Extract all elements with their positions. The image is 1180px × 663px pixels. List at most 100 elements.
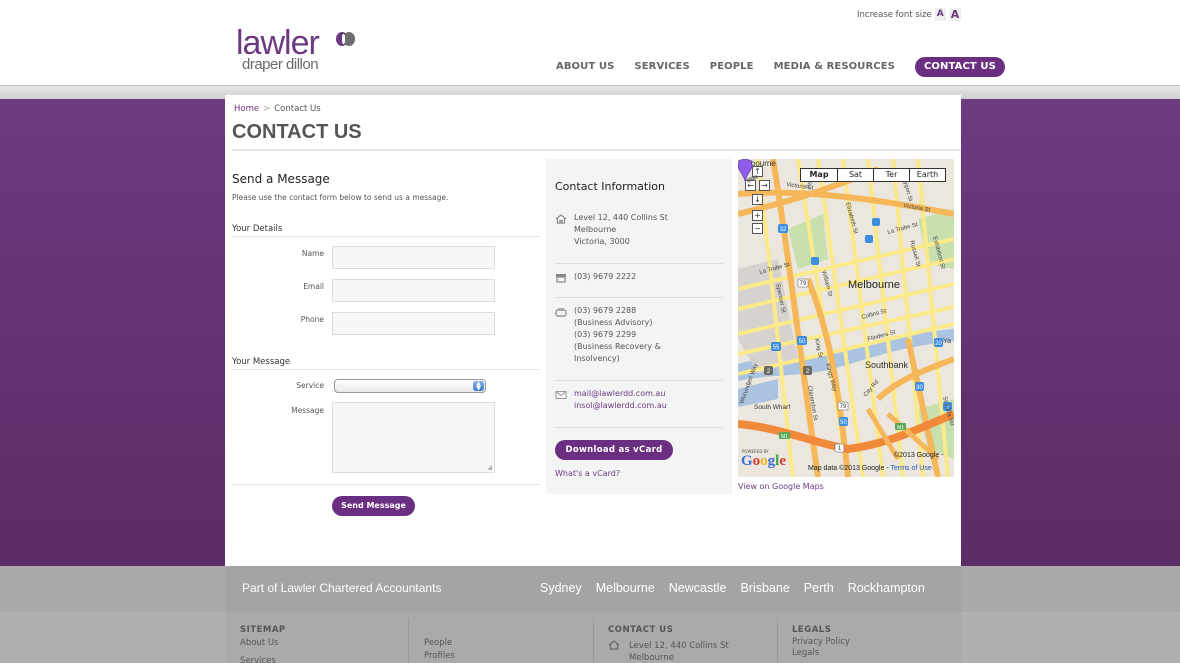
envelope-icon bbox=[555, 390, 567, 400]
city-link-brisbane[interactable]: Brisbane bbox=[740, 581, 789, 595]
svg-text:M1: M1 bbox=[897, 425, 904, 431]
footer-link-profiles[interactable]: Profiles bbox=[424, 650, 455, 663]
info-divider bbox=[555, 297, 723, 298]
footer-link-about-us[interactable]: About Us bbox=[240, 637, 286, 650]
resize-handle-icon[interactable]: ◢ bbox=[487, 464, 492, 471]
send-message-button[interactable]: Send Message bbox=[332, 496, 415, 516]
map-data-text: Map data ©2013 Google - bbox=[808, 465, 889, 472]
email-input[interactable] bbox=[332, 279, 495, 302]
nav-contact-us[interactable]: CONTACT US bbox=[914, 57, 1005, 77]
footer-link-people[interactable]: People bbox=[424, 637, 455, 650]
city-link-sydney[interactable]: Sydney bbox=[540, 581, 582, 595]
your-details-heading: Your Details bbox=[232, 224, 283, 234]
map-streets: 32 30 55 50 2 2 50 M1 M1 3 20 1 79 79 Vi bbox=[738, 159, 954, 477]
breadcrumb-separator: > bbox=[263, 104, 271, 114]
zoom-out-icon[interactable]: − bbox=[752, 223, 763, 234]
details-divider bbox=[232, 236, 540, 237]
city-link-newcastle[interactable]: Newcastle bbox=[669, 581, 727, 595]
legals-heading: LEGALS bbox=[792, 625, 832, 635]
google-logo[interactable]: Google bbox=[741, 453, 786, 470]
svg-text:32: 32 bbox=[780, 227, 787, 233]
message-label: Message bbox=[291, 406, 324, 415]
footer-tagline[interactable]: Part of Lawler Chartered Accountants bbox=[242, 581, 441, 595]
nav-people[interactable]: PEOPLE bbox=[710, 57, 754, 77]
font-size-label: Increase font size bbox=[857, 9, 932, 20]
pan-down-icon[interactable]: ↓ bbox=[752, 194, 763, 205]
footer-sitemap: SITEMAP About Us Services bbox=[240, 624, 286, 663]
footer-cities: Sydney Melbourne Newcastle Brisbane Pert… bbox=[540, 581, 925, 595]
message-textarea[interactable]: ◢ bbox=[332, 402, 495, 473]
footer-divider bbox=[408, 618, 409, 663]
address-line-1: Level 12, 440 Collins St bbox=[574, 213, 668, 222]
font-size-control: Increase font size A A bbox=[857, 8, 962, 21]
nav-about-us[interactable]: ABOUT US bbox=[556, 57, 614, 77]
form-title: Send a Message bbox=[232, 172, 330, 186]
phone-icon bbox=[555, 273, 567, 283]
your-message-heading: Your Message bbox=[232, 357, 291, 367]
map-copyright: ©2013 Google - bbox=[894, 452, 944, 459]
footer-contact: CONTACT US Level 12, 440 Collins St Melb… bbox=[608, 624, 729, 663]
map-type-earth[interactable]: Earth bbox=[909, 169, 945, 181]
city-link-rockhampton[interactable]: Rockhampton bbox=[848, 581, 925, 595]
contact-info-panel: Contact Information Level 12, 440 Collin… bbox=[546, 159, 732, 494]
address-line-2: Melbourne bbox=[574, 225, 617, 234]
footer-sitemap-col2: People Profiles bbox=[424, 637, 455, 662]
breadcrumb-home[interactable]: Home bbox=[234, 104, 259, 114]
nav-media-resources[interactable]: MEDIA & RESOURCES bbox=[774, 57, 895, 77]
map-type-map[interactable]: Map bbox=[801, 169, 837, 181]
email-link-insol[interactable]: insol@lawlerdd.com.au bbox=[574, 400, 667, 412]
page-title: CONTACT US bbox=[232, 121, 362, 143]
font-size-small-button[interactable]: A bbox=[934, 8, 946, 21]
map-type-selector: Map Sat Ter Earth bbox=[800, 168, 946, 182]
message-divider bbox=[232, 369, 540, 370]
view-on-google-maps-link[interactable]: View on Google Maps bbox=[738, 482, 824, 491]
main-nav: ABOUT US SERVICES PEOPLE MEDIA & RESOURC… bbox=[556, 57, 1005, 77]
city-link-melbourne[interactable]: Melbourne bbox=[596, 581, 655, 595]
vcard-help-link[interactable]: What's a vCard? bbox=[555, 469, 620, 478]
zoom-in-icon[interactable]: + bbox=[752, 210, 763, 221]
footer-link-privacy-policy[interactable]: Privacy Policy bbox=[792, 637, 850, 648]
name-label: Name bbox=[301, 249, 324, 258]
map-label-ya: Ya bbox=[943, 338, 951, 345]
map-marker-icon[interactable] bbox=[738, 159, 758, 183]
map-type-ter[interactable]: Ter bbox=[873, 169, 909, 181]
phone-input[interactable] bbox=[332, 312, 495, 335]
title-divider bbox=[232, 149, 961, 151]
select-arrows-icon: ▲ ▼ bbox=[473, 381, 484, 392]
phone-label: Phone bbox=[300, 315, 324, 324]
fax-icon bbox=[555, 307, 567, 317]
font-size-large-button[interactable]: A bbox=[948, 8, 962, 21]
download-vcard-button[interactable]: Download as vCard bbox=[555, 440, 673, 460]
city-link-perth[interactable]: Perth bbox=[804, 581, 834, 595]
logo-mark-icon bbox=[336, 32, 355, 46]
nav-services[interactable]: SERVICES bbox=[634, 57, 689, 77]
logo[interactable]: lawler draper dillon bbox=[236, 26, 366, 76]
svg-text:50: 50 bbox=[799, 339, 806, 345]
fax-line-3: (03) 9679 2299 bbox=[574, 330, 637, 339]
fax-line-4: (Business Recovery & bbox=[574, 342, 661, 351]
home-icon bbox=[555, 214, 567, 224]
fax-line-5: Insolvency) bbox=[574, 354, 620, 363]
map-type-sat[interactable]: Sat bbox=[837, 169, 873, 181]
name-input[interactable] bbox=[332, 246, 495, 269]
svg-text:79: 79 bbox=[800, 281, 807, 287]
google-map[interactable]: 32 30 55 50 2 2 50 M1 M1 3 20 1 79 79 Vi bbox=[738, 159, 954, 477]
svg-text:20: 20 bbox=[935, 341, 942, 347]
info-divider bbox=[555, 380, 723, 381]
footer-legals: LEGALS Privacy Policy Legals bbox=[792, 624, 850, 659]
footer-contact-heading: CONTACT US bbox=[608, 625, 674, 635]
content-panel: Home > Contact Us CONTACT US Send a Messag… bbox=[225, 95, 961, 566]
map-label-south-wharf: South Wharf bbox=[754, 404, 790, 411]
pan-right-icon[interactable]: → bbox=[759, 180, 770, 191]
service-select[interactable]: ▲ ▼ bbox=[334, 379, 486, 393]
footer-address-line-1: Level 12, 440 Collins St bbox=[629, 640, 729, 651]
svg-text:79: 79 bbox=[840, 404, 847, 410]
terms-of-use-link[interactable]: Terms of Use bbox=[890, 465, 931, 472]
phone-number: (03) 9679 2222 bbox=[574, 272, 637, 281]
footer-link-legals[interactable]: Legals bbox=[792, 648, 850, 659]
email-label: Email bbox=[303, 282, 324, 291]
email-link-mail[interactable]: mail@lawlerdd.com.au bbox=[574, 388, 667, 400]
footer-link-services[interactable]: Services bbox=[240, 655, 286, 663]
fax-line-2: (Business Advisory) bbox=[574, 318, 653, 327]
info-divider bbox=[555, 263, 723, 264]
